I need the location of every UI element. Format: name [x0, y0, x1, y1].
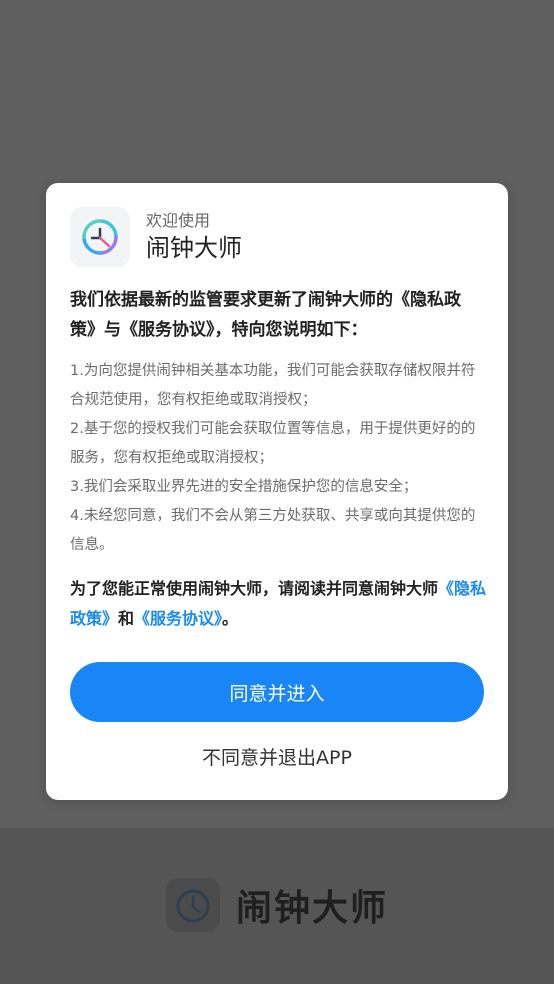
splash-brand: 闹钟大师 — [166, 878, 388, 932]
list-item: 1.为向您提供闹钟相关基本功能，我们可能会获取存储权限并符合规范使用，您有权拒绝… — [70, 363, 476, 408]
list-item: 3.我们会采取业界先进的安全措施保护您的信息安全； — [70, 479, 418, 495]
intro-text: 我们依据最新的监管要求更新了闹钟大师的《隐私政策》与《服务协议》，特向您说明如下… — [70, 290, 461, 340]
alarm-clock-icon — [166, 878, 220, 932]
agreement-and: 和 — [118, 609, 135, 628]
privacy-dialog: 欢迎使用 闹钟大师 我们依据最新的监管要求更新了闹钟大师的《隐私政策》与《服务协… — [46, 183, 508, 800]
agreement-prefix: 为了您能正常使用闹钟大师，请阅读并同意闹钟大师 — [70, 579, 439, 598]
dialog-title-block: 欢迎使用 闹钟大师 — [146, 211, 242, 263]
welcome-label: 欢迎使用 — [146, 211, 211, 230]
app-name: 闹钟大师 — [146, 234, 242, 262]
dialog-header: 欢迎使用 闹钟大师 — [70, 207, 242, 267]
service-agreement-link[interactable]: 《服务协议》 — [134, 609, 222, 628]
agreement-suffix: 。 — [222, 609, 239, 628]
list-item: 2.基于您的授权我们可能会获取位置等信息，用于提供更好的的服务，您有权拒绝或取消… — [70, 421, 476, 466]
agreement-text: 为了您能正常使用闹钟大师，请阅读并同意闹钟大师《隐私政策》和《服务协议》。 — [70, 574, 488, 634]
agree-and-enter-button[interactable]: 同意并进入 — [70, 662, 484, 722]
list-item: 4.未经您同意，我们不会从第三方处获取、共享或向其提供您的信息。 — [70, 508, 476, 553]
alarm-clock-icon — [70, 207, 130, 267]
footer-app-title: 闹钟大师 — [236, 888, 389, 929]
permission-list: 1.为向您提供闹钟相关基本功能，我们可能会获取存储权限并符合规范使用，您有权拒绝… — [70, 357, 488, 560]
disagree-and-exit-button[interactable]: 不同意并退出APP — [46, 743, 508, 773]
